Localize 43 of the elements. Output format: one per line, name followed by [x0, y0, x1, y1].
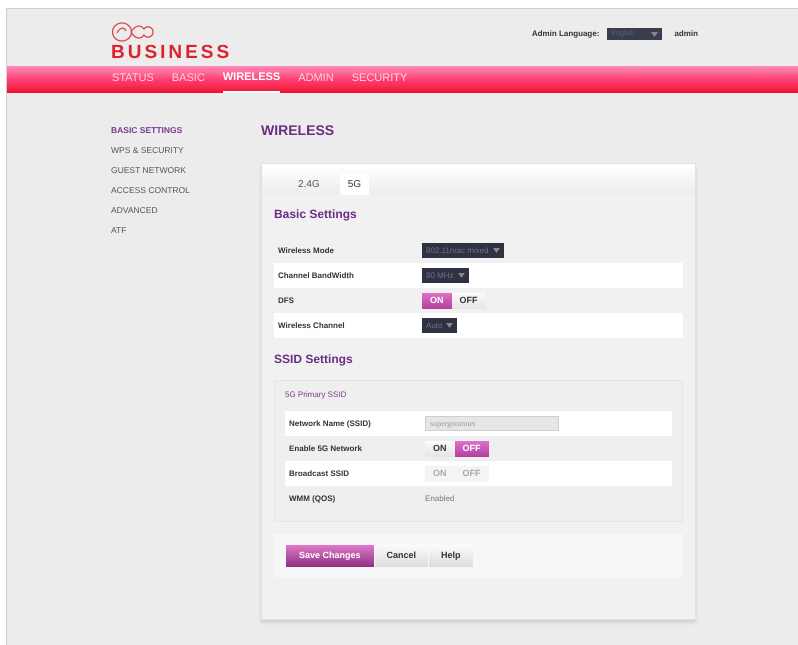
caret-icon — [651, 32, 658, 36]
user-name: admin — [674, 28, 698, 40]
sidebar-item[interactable]: WPS & SECURITY — [111, 144, 261, 157]
nav-tab[interactable]: SECURITY — [352, 69, 408, 93]
sidebar-item[interactable]: ACCESS CONTROL — [111, 184, 261, 197]
dropdown[interactable]: 802.11n/ac mixed — [422, 243, 504, 258]
caret-icon — [458, 273, 465, 278]
toggle-option[interactable]: OFF — [452, 292, 486, 308]
section-title: SSID Settings — [274, 351, 354, 368]
nav-tab[interactable]: BASIC — [172, 69, 205, 93]
sidebar-item[interactable]: BASIC SETTINGS — [111, 124, 261, 137]
sidebar-item[interactable]: ATF — [111, 224, 261, 237]
setting-label: Enable 5G Network — [289, 442, 363, 454]
setting-label: Network Name (SSID) — [289, 418, 372, 430]
band-tab[interactable]: 2.4G — [290, 174, 328, 195]
dropdown[interactable]: 80 MHz — [422, 268, 469, 283]
value-text: Enabled — [425, 492, 454, 504]
nav-tab[interactable]: STATUS — [112, 69, 154, 93]
language-label: Admin Language: — [532, 28, 600, 40]
dropdown[interactable]: Auto — [422, 318, 458, 333]
section-title: Basic Settings — [274, 206, 358, 223]
nav-tab[interactable]: ADMIN — [298, 69, 334, 93]
toggle-option[interactable]: ON — [422, 292, 452, 308]
group-title: 5G Primary SSID — [285, 389, 348, 401]
caret-icon — [492, 248, 500, 253]
setting-label: WMM (QOS) — [289, 492, 336, 504]
setting-label: Wireless Mode — [278, 244, 335, 256]
action-button[interactable]: Save Changes — [286, 544, 374, 566]
setting-label: Channel BandWidth — [278, 270, 355, 282]
sidebar-item[interactable]: GUEST NETWORK — [111, 164, 261, 177]
setting-label: Wireless Channel — [278, 320, 346, 332]
logo-icon — [111, 21, 155, 43]
setting-label: DFS — [278, 294, 295, 306]
band-tab[interactable]: 5G — [340, 174, 370, 195]
page-title: WIRELESS — [261, 121, 336, 140]
caret-icon — [446, 323, 454, 328]
toggle-option[interactable]: ON — [425, 440, 454, 456]
toggle-option[interactable]: OFF — [454, 440, 488, 456]
setting-label: Broadcast SSID — [289, 468, 350, 480]
input-field[interactable]: supergnomnet — [425, 416, 559, 431]
brand-name: BUSINESS — [111, 43, 232, 62]
nav-tab[interactable]: WIRELESS — [222, 69, 280, 93]
sidebar-item[interactable]: ADVANCED — [111, 204, 261, 217]
